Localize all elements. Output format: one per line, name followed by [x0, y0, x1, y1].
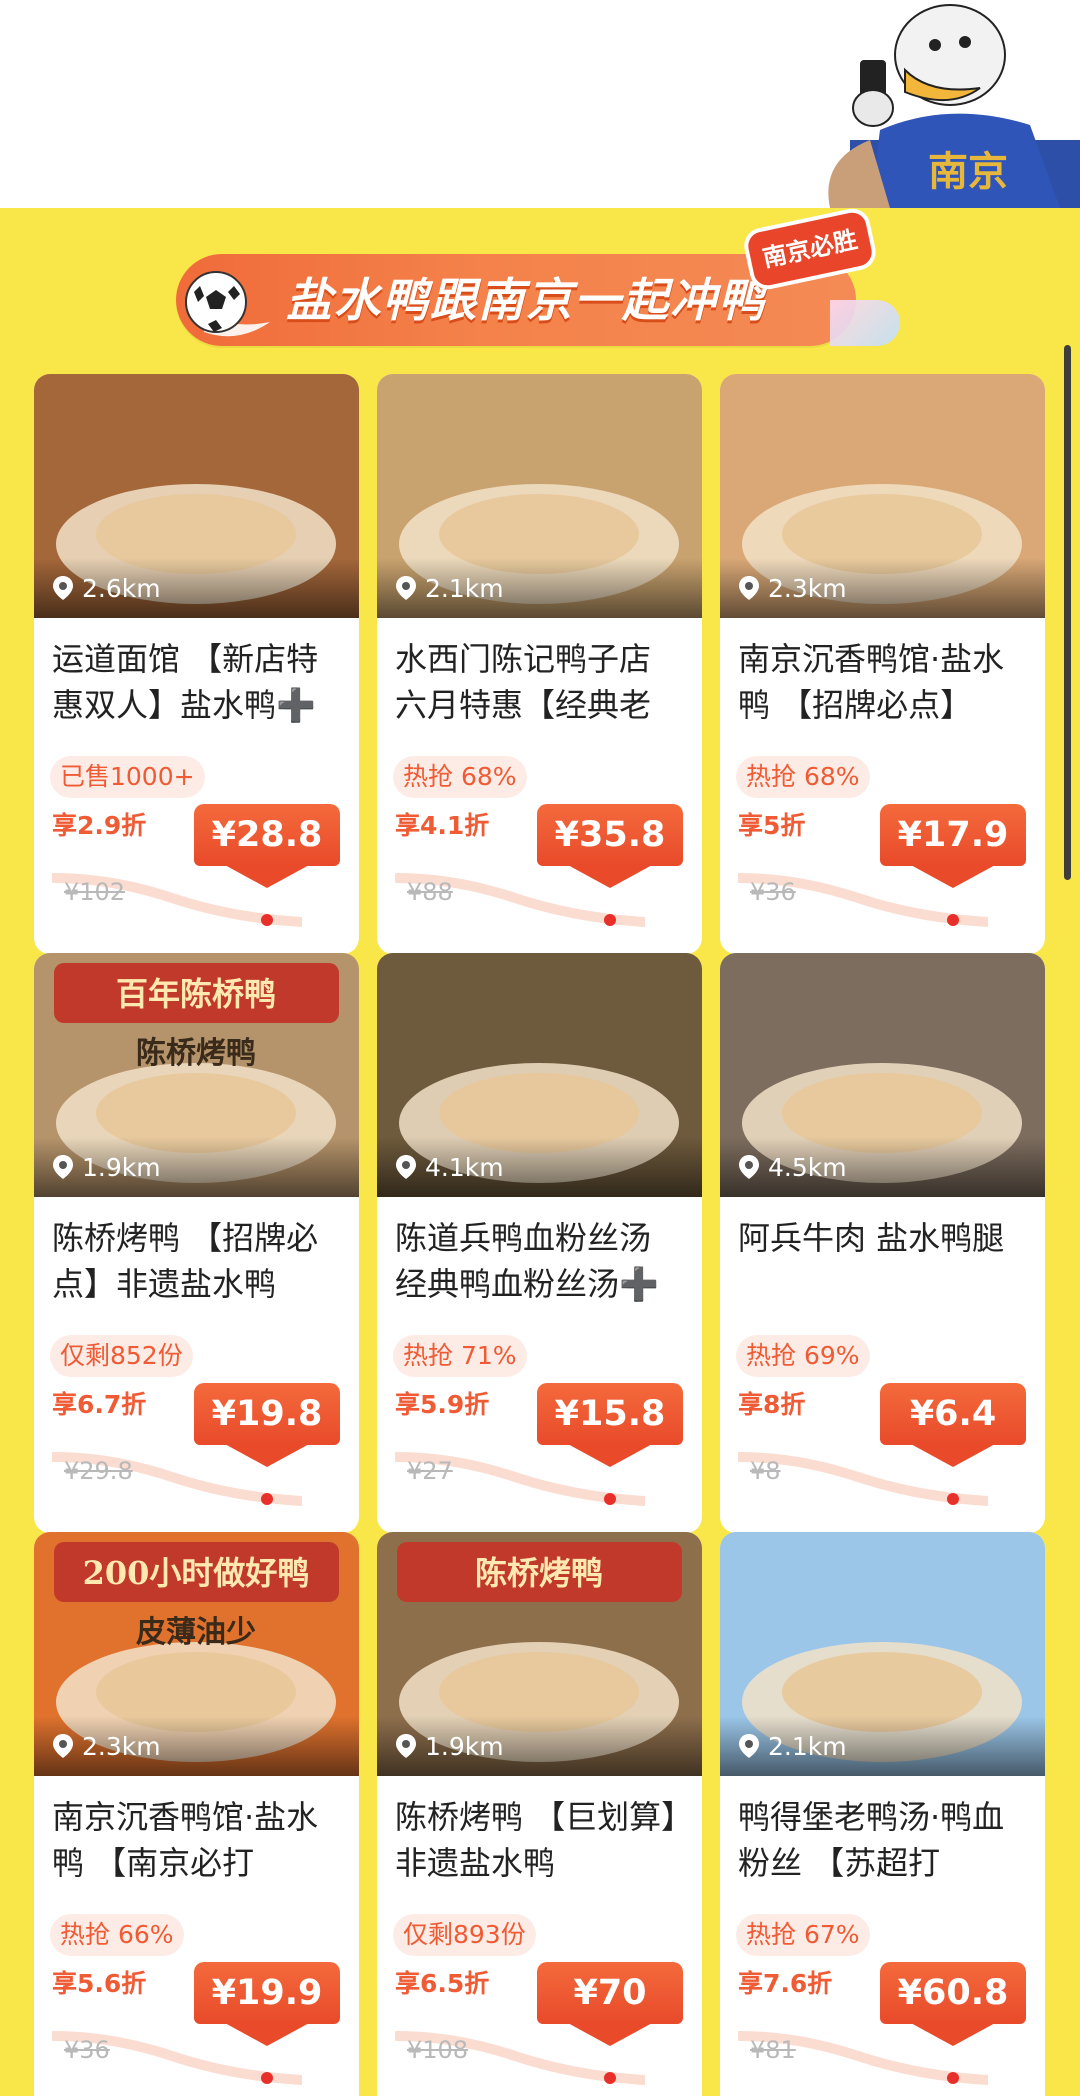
deal-card[interactable]: 2.6km 运道面馆 【新店特惠双人】盐水鸭➕ 已售1000+ 享2.9折 ¥1…: [34, 374, 359, 954]
deal-status-tag: 热抢 68%: [393, 756, 527, 798]
deal-status-tag: 热抢 67%: [736, 1914, 870, 1956]
mascot-shirt-text: 南京: [928, 148, 1008, 195]
image-banner-text: 百年陈桥鸭: [116, 975, 276, 1013]
original-price: ¥81: [750, 2036, 796, 2064]
original-price: ¥29.8: [64, 1457, 133, 1485]
location-pin-icon: [739, 1734, 759, 1758]
original-price: ¥27: [407, 1457, 453, 1485]
deal-title: 陈桥烤鸭 【巨划算】非遗盐水鸭: [395, 1798, 678, 1882]
soccer-ball-icon: [185, 271, 270, 337]
distance-text: 4.1km: [425, 1152, 504, 1182]
distance-text: 2.1km: [425, 573, 504, 603]
deal-status-tag: 热抢 68%: [736, 756, 870, 798]
deal-price: ¥35.8: [537, 804, 683, 888]
distance-label: 4.5km: [738, 1151, 847, 1183]
deal-title: 陈道兵鸭血粉丝汤 经典鸭血粉丝汤➕: [395, 1219, 659, 1303]
deal-card[interactable]: 2.1km 水西门陈记鸭子店 六月特惠【经典老 热抢 68% 享4.1折 ¥88…: [377, 374, 702, 954]
image-banner-text: 200小时做好鸭: [83, 1554, 310, 1592]
price-marker-dot: [261, 914, 273, 926]
location-pin-icon: [739, 1155, 759, 1179]
deal-card[interactable]: 陈桥烤鸭 1.9km 陈桥烤鸭 【巨划算】非遗盐水鸭 仅剩893份 享6.5折 …: [377, 1532, 702, 2096]
original-price: ¥102: [64, 878, 126, 906]
deal-status-tag: 仅剩852份: [50, 1335, 193, 1377]
location-pin-icon: [396, 1155, 416, 1179]
discount-text: 享7.6折: [738, 1969, 833, 1998]
deal-card[interactable]: 4.1km 陈道兵鸭血粉丝汤 经典鸭血粉丝汤➕ 热抢 71% 享5.9折 ¥27…: [377, 953, 702, 1533]
discount-text: 享6.7折: [52, 1390, 147, 1419]
original-price: ¥36: [64, 2036, 110, 2064]
scrollbar[interactable]: [1064, 345, 1071, 880]
deal-title: 鸭得堡老鸭汤·鸭血粉丝 【苏超打: [738, 1798, 1005, 1882]
location-pin-icon: [53, 576, 73, 600]
deal-title: 陈桥烤鸭 【招牌必点】非遗盐水鸭: [52, 1219, 319, 1303]
deal-card[interactable]: 2.3km 南京沉香鸭馆·盐水鸭 【招牌必点】 热抢 68% 享5折 ¥36 ¥…: [720, 374, 1045, 954]
distance-label: 1.9km: [395, 1730, 504, 1762]
deal-card[interactable]: 200小时做好鸭 皮薄油少 2.3km 南京沉香鸭馆·盐水鸭 【南京必打 热抢 6…: [34, 1532, 359, 2096]
distance-text: 1.9km: [82, 1152, 161, 1182]
discount-text: 享6.5折: [395, 1969, 490, 1998]
deal-status-tag: 热抢 71%: [393, 1335, 527, 1377]
deal-status-tag: 已售1000+: [50, 756, 205, 798]
distance-label: 2.1km: [395, 572, 504, 604]
deal-status-tag: 热抢 69%: [736, 1335, 870, 1377]
deal-price: ¥15.8: [537, 1383, 683, 1467]
deal-price: ¥6.4: [880, 1383, 1026, 1467]
deal-price: ¥60.8: [880, 1962, 1026, 2046]
deal-price: ¥70: [537, 1962, 683, 2046]
discount-text: 享8折: [738, 1390, 806, 1419]
discount-text: 享2.9折: [52, 811, 147, 840]
location-pin-icon: [53, 1155, 73, 1179]
price-marker-dot: [261, 2072, 273, 2084]
deal-price: ¥17.9: [880, 804, 1026, 888]
price-marker-dot: [947, 914, 959, 926]
distance-label: 2.3km: [738, 572, 847, 604]
distance-text: 2.3km: [82, 1731, 161, 1761]
distance-text: 2.1km: [768, 1731, 847, 1761]
deal-title: 阿兵牛肉 盐水鸭腿: [738, 1219, 1005, 1257]
discount-text: 享4.1折: [395, 811, 490, 840]
original-price: ¥108: [407, 2036, 469, 2064]
location-pin-icon: [396, 576, 416, 600]
price-marker-dot: [261, 1493, 273, 1505]
distance-text: 4.5km: [768, 1152, 847, 1182]
deal-status-tag: 热抢 66%: [50, 1914, 184, 1956]
distance-label: 2.3km: [52, 1730, 161, 1762]
original-price: ¥8: [750, 1457, 781, 1485]
image-sub-text: 陈桥烤鸭: [136, 1036, 256, 1071]
deal-title: 运道面馆 【新店特惠双人】盐水鸭➕: [52, 640, 319, 724]
location-pin-icon: [396, 1734, 416, 1758]
discount-text: 享5.6折: [52, 1969, 147, 1998]
deal-card[interactable]: 4.5km 阿兵牛肉 盐水鸭腿 热抢 69% 享8折 ¥8 ¥6.4: [720, 953, 1045, 1533]
location-pin-icon: [739, 576, 759, 600]
distance-label: 1.9km: [52, 1151, 161, 1183]
price-marker-dot: [947, 2072, 959, 2084]
deal-title: 南京沉香鸭馆·盐水鸭 【招牌必点】: [738, 640, 1005, 724]
price-marker-dot: [604, 2072, 616, 2084]
original-price: ¥36: [750, 878, 796, 906]
discount-text: 享5.9折: [395, 1390, 490, 1419]
distance-text: 2.3km: [768, 573, 847, 603]
distance-label: 4.1km: [395, 1151, 504, 1183]
original-price: ¥88: [407, 878, 453, 906]
price-marker-dot: [604, 914, 616, 926]
deal-card[interactable]: 2.1km 鸭得堡老鸭汤·鸭血粉丝 【苏超打 热抢 67% 享7.6折 ¥81 …: [720, 1532, 1045, 2096]
image-banner-text: 陈桥烤鸭: [475, 1554, 603, 1592]
distance-text: 2.6km: [82, 573, 161, 603]
deal-card[interactable]: 百年陈桥鸭 陈桥烤鸭 1.9km 陈桥烤鸭 【招牌必点】非遗盐水鸭 仅剩852份 …: [34, 953, 359, 1533]
distance-label: 2.1km: [738, 1730, 847, 1762]
deal-price: ¥19.8: [194, 1383, 340, 1467]
duck-mascot-illustration: 南京: [828, 4, 1080, 208]
deal-price: ¥19.9: [194, 1962, 340, 2046]
deal-title: 南京沉香鸭馆·盐水鸭 【南京必打: [52, 1798, 319, 1882]
distance-label: 2.6km: [52, 572, 161, 604]
discount-text: 享5折: [738, 811, 806, 840]
price-marker-dot: [604, 1493, 616, 1505]
price-marker-dot: [947, 1493, 959, 1505]
image-sub-text: 皮薄油少: [136, 1615, 256, 1650]
deal-price: ¥28.8: [194, 804, 340, 888]
location-pin-icon: [53, 1734, 73, 1758]
deal-title: 水西门陈记鸭子店 六月特惠【经典老: [395, 640, 652, 724]
deal-status-tag: 仅剩893份: [393, 1914, 536, 1956]
distance-text: 1.9km: [425, 1731, 504, 1761]
